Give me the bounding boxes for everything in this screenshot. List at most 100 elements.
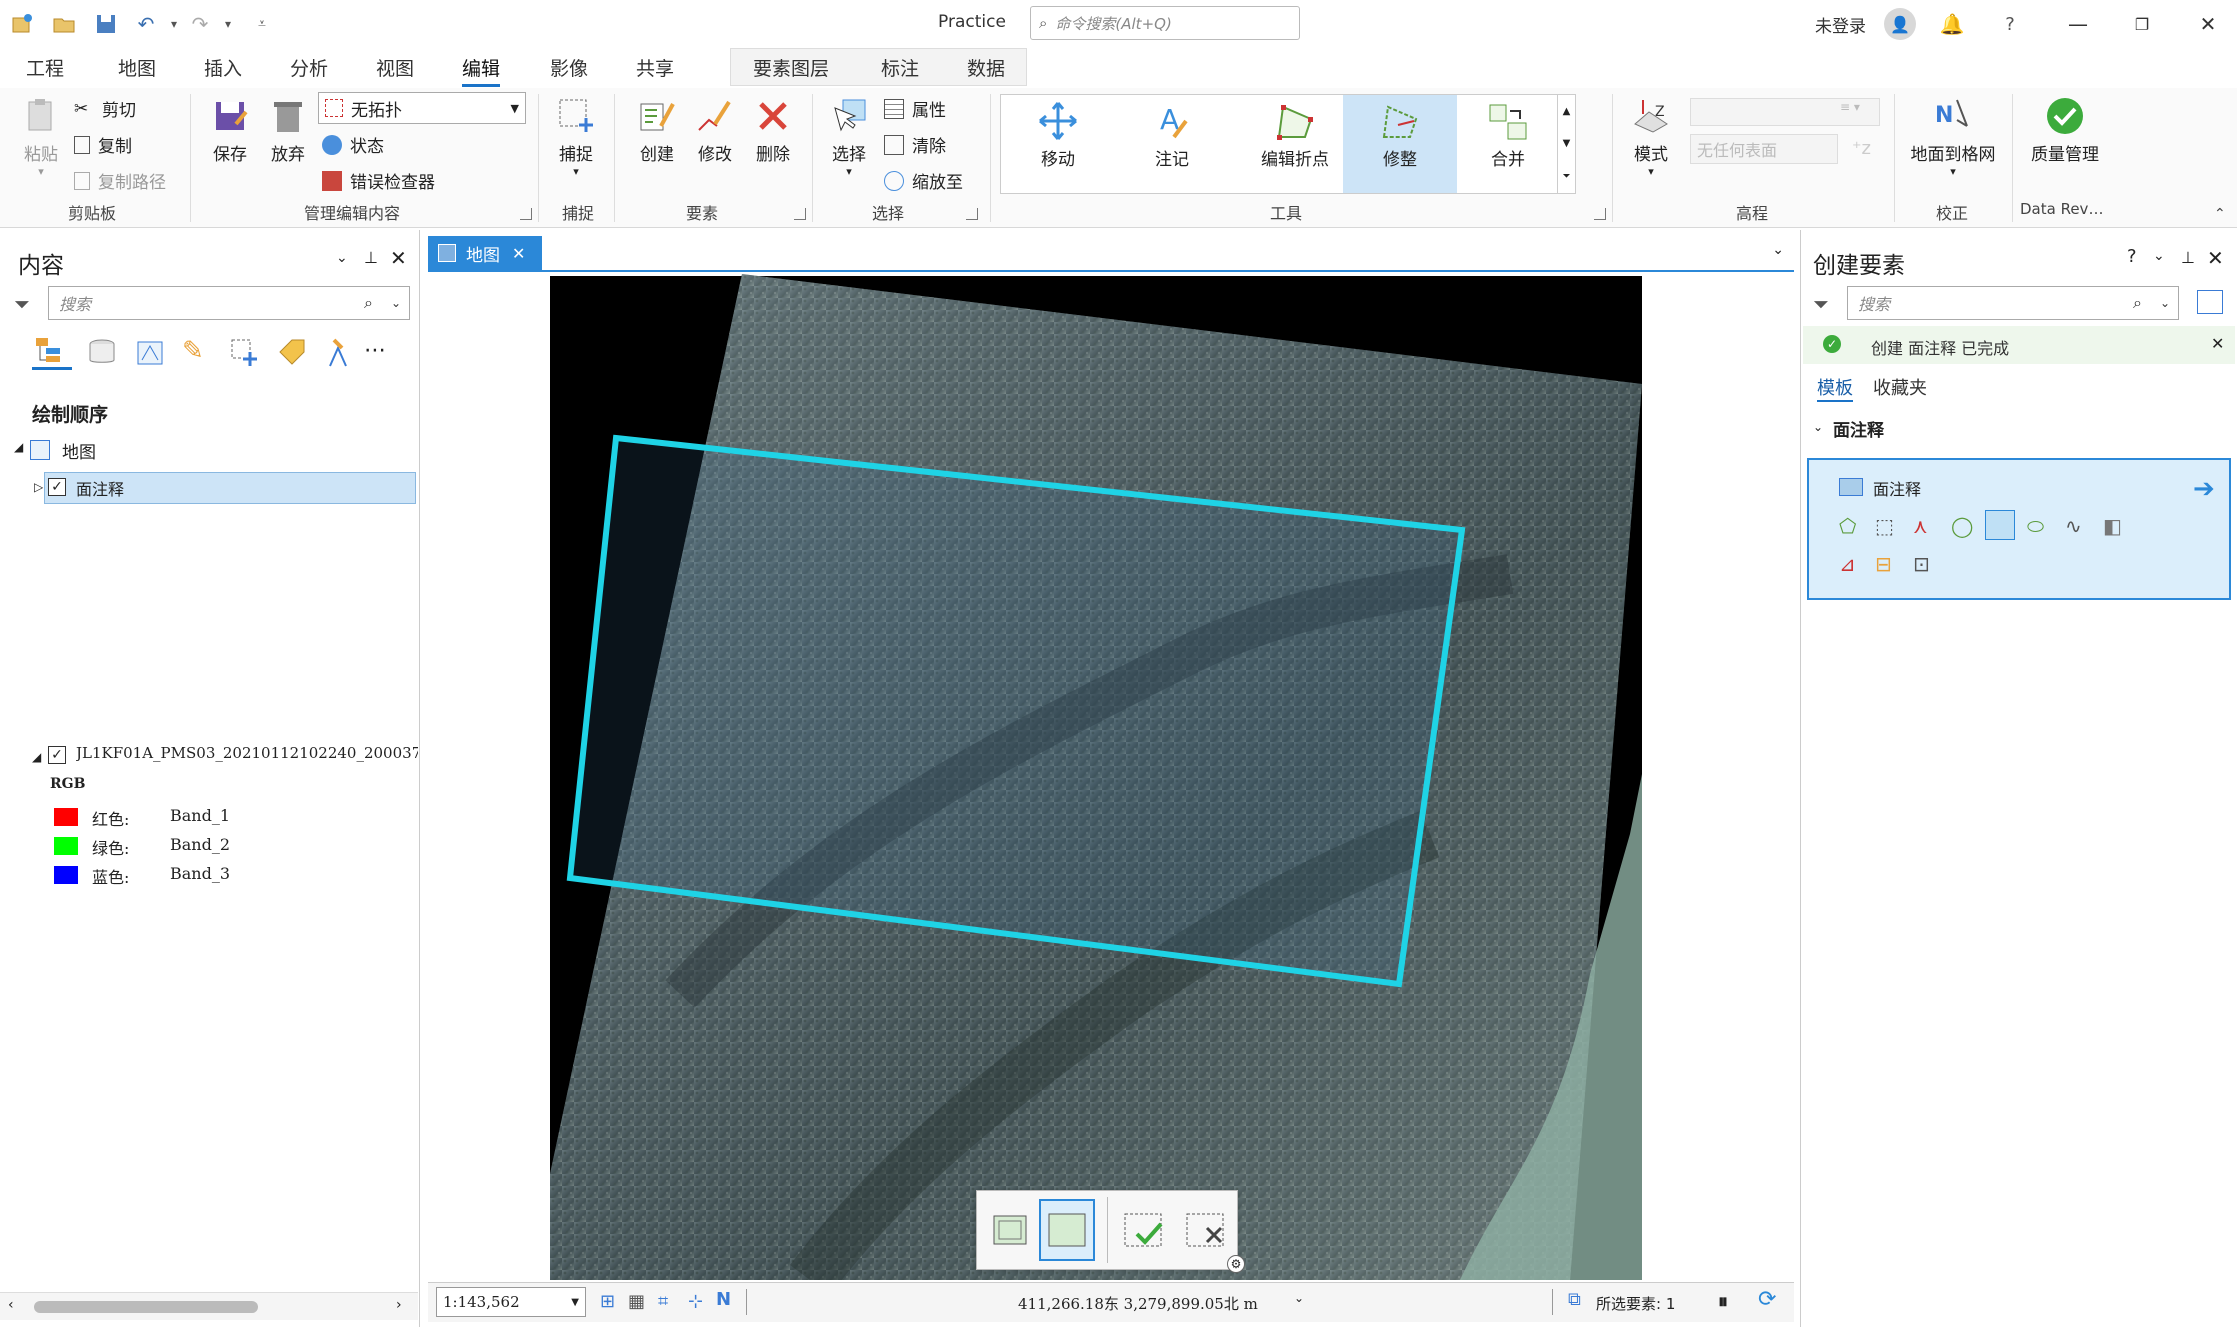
list-by-snapping-icon[interactable] bbox=[324, 336, 354, 368]
freehand-tool-icon[interactable]: ∿ bbox=[2065, 514, 2082, 538]
close-pane-icon[interactable]: ✕ bbox=[390, 246, 407, 270]
circle-tool-icon[interactable]: ◯ bbox=[1951, 514, 1973, 538]
template-item[interactable]: 面注释 ➔ ⬠ ⬚ ⋏ ◯ ⬭ ∿ ◧ ⊿ ⊟ ⊡ bbox=[1807, 458, 2231, 600]
select-button[interactable]: 选择 ▾ bbox=[822, 96, 876, 178]
tab-map[interactable]: 地图 bbox=[118, 54, 156, 81]
tab-list-icon[interactable]: ⌄ bbox=[1772, 242, 1784, 258]
map-view-tab[interactable]: 地图 ✕ bbox=[428, 236, 542, 270]
copy-path-button[interactable]: 复制路径 bbox=[74, 168, 166, 193]
redo-icon[interactable]: ↷ bbox=[186, 10, 214, 38]
error-inspector-button[interactable]: 错误检查器 bbox=[322, 168, 435, 193]
avatar[interactable]: 👤 bbox=[1884, 8, 1916, 40]
grid-icon[interactable]: ⊞ bbox=[600, 1291, 615, 1312]
collapse-ribbon-icon[interactable]: ⌃ bbox=[2214, 206, 2226, 222]
scroll-left-icon[interactable]: ‹ bbox=[8, 1297, 14, 1313]
help-icon[interactable]: ? bbox=[2127, 246, 2137, 267]
filter-icon[interactable]: ⏷ bbox=[1813, 292, 1829, 316]
auto-complete-tool-icon[interactable]: ◧ bbox=[2103, 514, 2122, 538]
dismiss-notification-icon[interactable]: ✕ bbox=[2211, 334, 2224, 353]
restore-button[interactable]: ❐ bbox=[2122, 6, 2162, 42]
group-expander-icon[interactable]: ⌄ bbox=[1813, 420, 1823, 434]
scrollbar-thumb[interactable] bbox=[34, 1301, 258, 1313]
finish-sketch-button[interactable] bbox=[1117, 1203, 1173, 1257]
tab-labeling[interactable]: 标注 bbox=[881, 54, 919, 81]
status-button[interactable]: 状态 bbox=[322, 132, 384, 157]
gallery-expand-icon[interactable]: ⏷ bbox=[1563, 171, 1571, 182]
search-options-icon[interactable]: ⌄ bbox=[391, 296, 401, 310]
tab-analysis[interactable]: 分析 bbox=[290, 54, 328, 81]
reshape-tool[interactable]: 修整 bbox=[1343, 95, 1457, 193]
redo-dropdown-icon[interactable]: ▾ bbox=[214, 10, 242, 38]
layer-expander-icon[interactable]: ▷ bbox=[34, 480, 43, 494]
help-icon[interactable]: ? bbox=[1990, 6, 2030, 42]
tab-insert[interactable]: 插入 bbox=[204, 54, 242, 81]
zoom-to-button[interactable]: 缩放至 bbox=[884, 168, 963, 193]
filter-icon[interactable]: ⏷ bbox=[14, 292, 30, 316]
scroll-down-icon[interactable]: ▼ bbox=[1563, 138, 1571, 149]
map-canvas[interactable]: ⚙ bbox=[430, 274, 1794, 1280]
edit-vertices-tool[interactable]: 编辑折点 bbox=[1243, 101, 1347, 170]
right-angle-tool-icon[interactable]: ⊿ bbox=[1839, 552, 1856, 576]
copy-button[interactable]: 复制 bbox=[74, 132, 132, 157]
map-expander-icon[interactable]: ◢ bbox=[14, 440, 23, 454]
command-search-input[interactable]: ⌕ 命令搜索(Alt+Q) bbox=[1030, 6, 1300, 40]
raster-expander-icon[interactable]: ◢ bbox=[32, 750, 41, 764]
measure-icon[interactable]: ⊹ bbox=[688, 1291, 703, 1312]
new-project-icon[interactable] bbox=[8, 10, 36, 38]
paste-button[interactable]: 粘贴 ▾ bbox=[16, 96, 66, 178]
list-by-visibility-icon[interactable] bbox=[134, 336, 168, 368]
contents-horizontal-scrollbar[interactable]: ‹ › bbox=[0, 1292, 418, 1320]
move-tool[interactable]: 移动 bbox=[1015, 101, 1101, 170]
close-window-button[interactable]: ✕ bbox=[2188, 6, 2228, 42]
toolbar-gear-icon[interactable]: ⚙ bbox=[1227, 1255, 1245, 1273]
tab-feature-layer[interactable]: 要素图层 bbox=[753, 54, 829, 81]
polygon-tool-icon[interactable]: ⬠ bbox=[1839, 514, 1856, 538]
list-by-source-icon[interactable] bbox=[86, 336, 120, 368]
close-tab-icon[interactable]: ✕ bbox=[512, 244, 525, 263]
rectangle-outline-tool[interactable] bbox=[985, 1203, 1035, 1257]
ground-to-grid-button[interactable]: N 地面到格网 ▾ bbox=[1904, 96, 2002, 178]
attributes-button[interactable]: 属性 bbox=[884, 96, 946, 121]
topology-dropdown[interactable]: 无拓扑 ▼ bbox=[318, 92, 526, 124]
pane-options-icon[interactable]: ⌄ bbox=[336, 250, 348, 266]
gallery-scroll[interactable]: ▲ ▼ ⏷ bbox=[1557, 95, 1575, 193]
save-edits-button[interactable]: 保存 bbox=[204, 96, 256, 165]
elevation-mode-button[interactable]: Z 模式 ▾ bbox=[1622, 96, 1680, 178]
templates-search-input[interactable]: 搜索 ⌕ ⌄ bbox=[1847, 286, 2179, 320]
annotate-tool[interactable]: A 注记 bbox=[1129, 101, 1215, 170]
delete-button[interactable]: 删除 bbox=[746, 96, 800, 165]
refresh-icon[interactable]: ⟳ bbox=[1758, 1287, 1776, 1312]
blue-swatch[interactable] bbox=[54, 866, 78, 884]
clear-selection-button[interactable]: 清除 bbox=[884, 132, 946, 157]
save-project-icon[interactable] bbox=[92, 10, 120, 38]
customize-toolbar-icon[interactable]: ⩡ bbox=[248, 10, 276, 38]
tools-launcher-icon[interactable] bbox=[1594, 208, 1606, 220]
pin-icon[interactable]: ⊥ bbox=[364, 248, 378, 267]
quality-management-button[interactable]: 质量管理 bbox=[2022, 96, 2108, 165]
layer-raster-checkbox[interactable]: ✓ bbox=[48, 746, 66, 764]
extent-tool-icon[interactable]: ⊡ bbox=[1913, 552, 1930, 576]
merge-tool[interactable]: 合并 bbox=[1465, 101, 1551, 170]
rectangle-tool-icon[interactable]: ⬚ bbox=[1875, 514, 1894, 538]
open-project-icon[interactable] bbox=[50, 10, 78, 38]
tab-share[interactable]: 共享 bbox=[636, 54, 674, 81]
tab-edit[interactable]: 编辑 bbox=[462, 54, 501, 87]
table-icon[interactable]: ▦ bbox=[628, 1291, 645, 1312]
scroll-up-icon[interactable]: ▲ bbox=[1563, 106, 1571, 117]
list-by-selection-icon[interactable] bbox=[228, 336, 262, 368]
manage-templates-icon[interactable] bbox=[2197, 290, 2223, 314]
pane-options-icon[interactable]: ⌄ bbox=[2153, 248, 2165, 264]
notification-icon[interactable]: 🔔 bbox=[1932, 6, 1972, 42]
tab-templates[interactable]: 模板 bbox=[1817, 374, 1853, 402]
pin-icon[interactable]: ⊥ bbox=[2181, 248, 2195, 267]
tab-view[interactable]: 视图 bbox=[376, 54, 414, 81]
ellipse-tool-icon[interactable]: ⬭ bbox=[2027, 514, 2044, 538]
rectangle-tool[interactable] bbox=[1039, 1199, 1095, 1261]
tab-imagery[interactable]: 影像 bbox=[550, 54, 588, 81]
list-by-drawing-order-icon[interactable] bbox=[32, 334, 72, 370]
search-options-icon[interactable]: ⌄ bbox=[2160, 296, 2170, 310]
pause-drawing-icon[interactable]: ⏸ bbox=[1718, 1289, 1728, 1313]
green-swatch[interactable] bbox=[54, 837, 78, 855]
tab-project[interactable]: 工程 bbox=[26, 54, 64, 81]
split-tool-icon[interactable]: ⊟ bbox=[1875, 552, 1892, 576]
